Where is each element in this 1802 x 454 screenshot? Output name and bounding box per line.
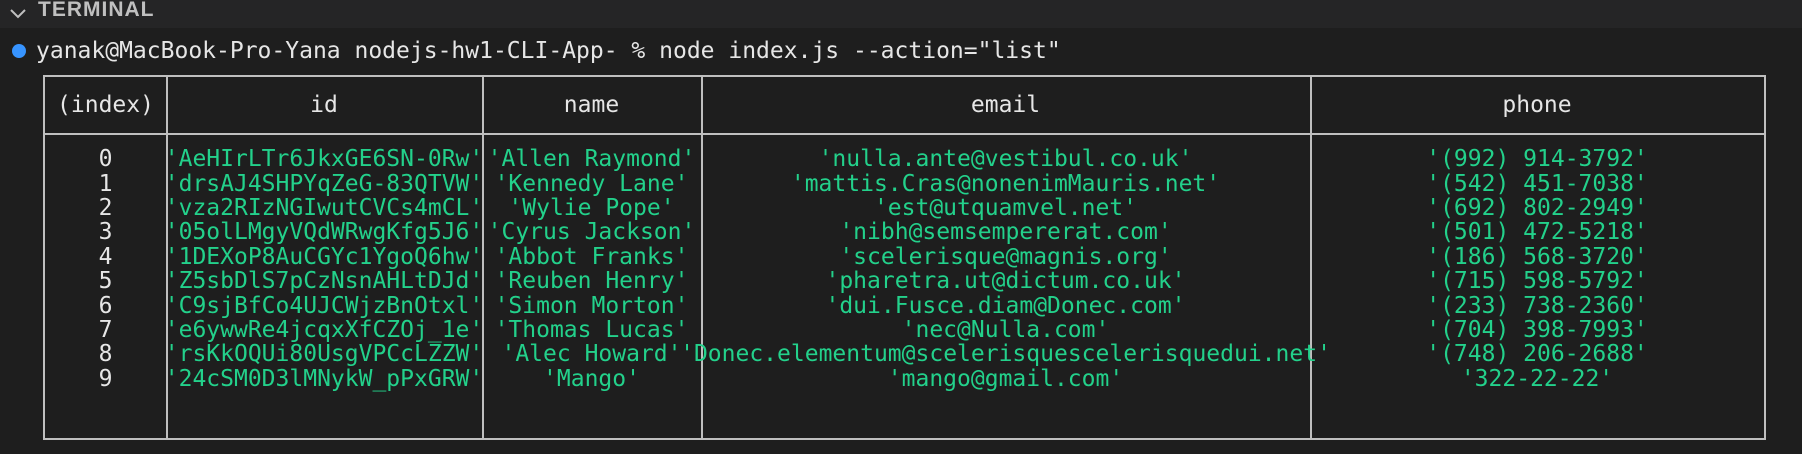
cell-email: 'nibh@semsempererat.com': [839, 219, 1172, 246]
cell-id: 'vza2RIzNGIwutCVCs4mCL': [164, 194, 484, 221]
cell-email: 'dui.Fusce.diam@Donec.com': [825, 292, 1186, 319]
command-status-dot-icon[interactable]: [12, 44, 26, 58]
cell-phone: '322-22-22': [1460, 365, 1614, 392]
cell-index: 1: [98, 170, 113, 197]
cell-index: 5: [98, 268, 113, 295]
table-row: 6 'C9sjBfCo4UJCWjzBnOtxl' 'Simon Morton' 'd…: [45, 292, 1764, 319]
cell-name: 'Alec Howard': [501, 341, 682, 368]
chevron-down-icon[interactable]: [6, 0, 30, 28]
cell-name: 'Abbot Franks': [494, 243, 689, 270]
prompt-command-text: yanak@MacBook-Pro-Yana nodejs-hw1-CLI-Ap…: [36, 38, 1061, 64]
console-table: (index) id name email phone 0 'AeHIrLTr6JkxGE…: [43, 75, 1766, 440]
table-row: 3 '05olLMgyVQdWRwgKfg5J6' 'Cyrus Jackson' '…: [45, 219, 1764, 246]
cell-index: 9: [98, 365, 113, 392]
cell-id: 'AeHIrLTr6JkxGE6SN-0Rw': [164, 146, 484, 173]
table-row: 1 'drsAJ4SHPYqZeG-83QTVW' 'Kennedy Lane' 'm…: [45, 170, 1764, 197]
cell-phone: '(501) 472-5218': [1426, 219, 1648, 246]
cell-email: 'Donec.elementum@scelerisquescelerisqued…: [680, 341, 1331, 368]
cell-name: 'Thomas Lucas': [494, 316, 689, 343]
terminal-panel-header[interactable]: TERMINAL: [0, 0, 1802, 28]
column-header-name: name: [563, 92, 620, 118]
table-row: 2 'vza2RIzNGIwutCVCs4mCL' 'Wylie Pope' 'est…: [45, 194, 1764, 221]
cell-index: 7: [98, 316, 113, 343]
cell-phone: '(748) 206-2688': [1426, 341, 1648, 368]
cell-name: 'Mango': [543, 365, 640, 392]
cell-index: 0: [98, 146, 113, 173]
cell-id: 'Z5sbDlS7pCzNsnAHLtDJd': [164, 268, 484, 295]
cell-email: 'est@utquamvel.net': [873, 194, 1138, 221]
cell-name: 'Reuben Henry': [494, 268, 689, 295]
column-header-email: email: [970, 92, 1041, 118]
cell-email: 'mango@gmail.com': [887, 365, 1124, 392]
cell-name: 'Simon Morton': [494, 292, 689, 319]
cell-index: 6: [98, 292, 113, 319]
table-row: 4 '1DEXoP8AuCGYc1YgoQ6hw' 'Abbot Franks' 's…: [45, 243, 1764, 270]
terminal-prompt-line: yanak@MacBook-Pro-Yana nodejs-hw1-CLI-Ap…: [0, 34, 1061, 68]
cell-index: 8: [98, 341, 113, 368]
cell-name: 'Allen Raymond': [487, 146, 696, 173]
cell-email: 'nulla.ante@vestibul.co.uk': [818, 146, 1193, 173]
column-header-id: id: [310, 92, 338, 118]
cell-id: '1DEXoP8AuCGYc1YgoQ6hw': [164, 243, 484, 270]
table-row: 0 'AeHIrLTr6JkxGE6SN-0Rw' 'Allen Raymond' '…: [45, 146, 1764, 173]
table-row: 7 'e6ywwRe4jcqxXfCZOj_1e' 'Thomas Lucas' 'n…: [45, 316, 1764, 343]
cell-name: 'Cyrus Jackson': [487, 219, 696, 246]
cell-id: 'C9sjBfCo4UJCWjzBnOtxl': [164, 292, 484, 319]
header-divider: [45, 133, 1764, 135]
cell-id: 'rsKkOQUi80UsgVPCcLZZW': [164, 341, 484, 368]
cell-id: 'e6ywwRe4jcqxXfCZOj_1e': [164, 316, 484, 343]
column-header-phone: phone: [1502, 92, 1572, 118]
panel-title: TERMINAL: [38, 0, 155, 21]
cell-index: 4: [98, 243, 113, 270]
cell-email: 'nec@Nulla.com': [901, 316, 1110, 343]
cell-phone: '(692) 802-2949': [1426, 194, 1648, 221]
cell-phone: '(186) 568-3720': [1426, 243, 1648, 270]
column-header-index: (index): [57, 92, 154, 118]
table-row: 5 'Z5sbDlS7pCzNsnAHLtDJd' 'Reuben Henry' 'p…: [45, 268, 1764, 295]
cell-id: '24cSM0D3lMNykW_pPxGRW': [164, 365, 484, 392]
table-row: 8 'rsKkOQUi80UsgVPCcLZZW' 'Alec Howard' 'Do…: [45, 341, 1764, 368]
cell-email: 'pharetra.ut@dictum.co.uk': [825, 268, 1186, 295]
cell-id: '05olLMgyVQdWRwgKfg5J6': [164, 219, 484, 246]
cell-index: 3: [98, 219, 113, 246]
cell-name: 'Kennedy Lane': [494, 170, 689, 197]
cell-id: 'drsAJ4SHPYqZeG-83QTVW': [164, 170, 484, 197]
cell-index: 2: [98, 194, 113, 221]
cell-phone: '(715) 598-5792': [1426, 268, 1648, 295]
cell-email: 'scelerisque@magnis.org': [839, 243, 1172, 270]
cell-phone: '(704) 398-7993': [1426, 316, 1648, 343]
table-row: 9 '24cSM0D3lMNykW_pPxGRW' 'Mango' 'mango@gm…: [45, 365, 1764, 392]
cell-phone: '(992) 914-3792': [1426, 146, 1648, 173]
table-body: 0 'AeHIrLTr6JkxGE6SN-0Rw' 'Allen Raymond' '…: [45, 146, 1764, 392]
cell-phone: '(233) 738-2360': [1426, 292, 1648, 319]
cell-name: 'Wylie Pope': [508, 194, 675, 221]
cell-phone: '(542) 451-7038': [1426, 170, 1648, 197]
cell-email: 'mattis.Cras@nonenimMauris.net': [790, 170, 1221, 197]
